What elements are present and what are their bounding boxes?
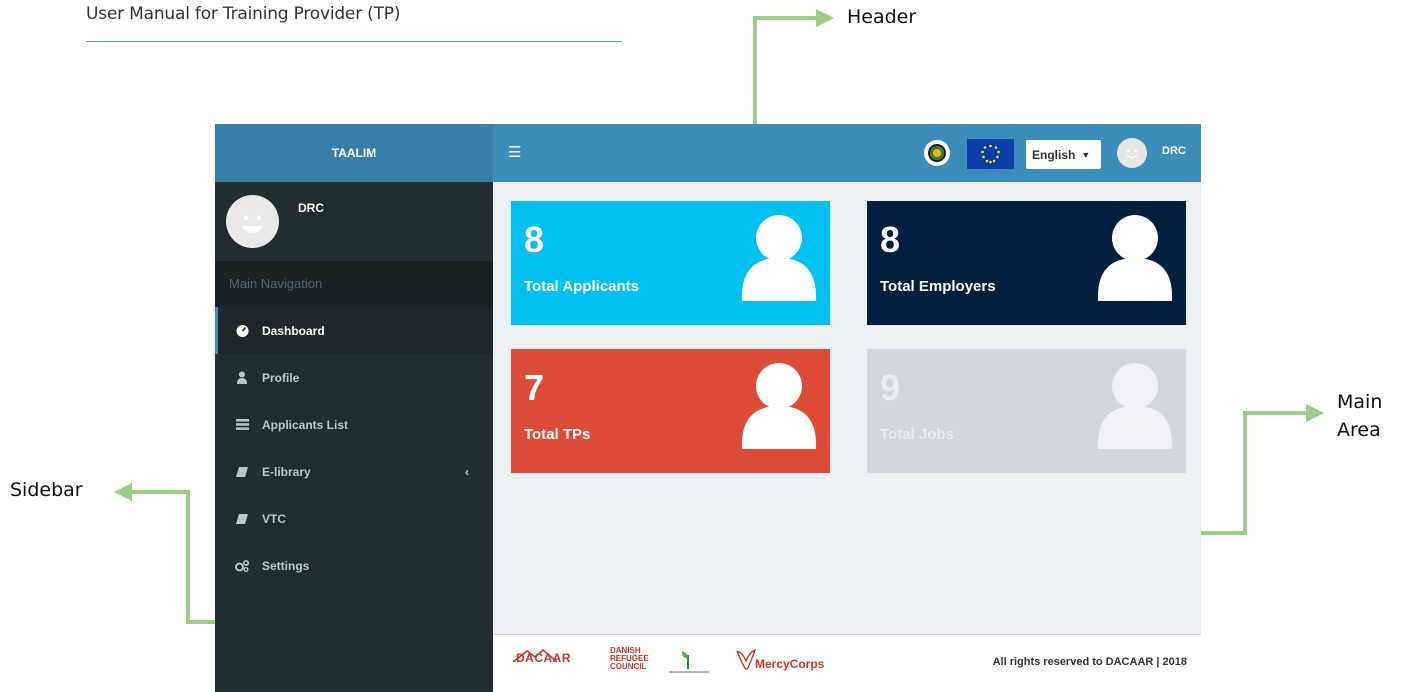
- app-window: TAALIM ☰ English ▼ DRC DRC Main Navigati…: [215, 124, 1201, 692]
- header-arrow: [670, 16, 818, 134]
- total-applicants-card[interactable]: 8 Total Applicants: [511, 201, 830, 325]
- sidebar-item-label: E-library: [262, 464, 311, 479]
- header-callout: Header: [847, 6, 917, 28]
- sidebar-item-settings[interactable]: Settings: [215, 542, 493, 589]
- dashboard-icon: [235, 324, 249, 338]
- sidebar-user-panel: DRC: [215, 182, 493, 261]
- sidebar-item-e-library[interactable]: E-library ‹: [215, 448, 493, 495]
- gears-icon: [235, 559, 249, 573]
- user-icon: [235, 371, 249, 385]
- header-bar: TAALIM ☰ English ▼ DRC: [215, 124, 1201, 182]
- government-seal-icon: [924, 140, 950, 166]
- card-value: 8: [524, 219, 545, 260]
- card-value: 9: [880, 367, 901, 408]
- user-silhouette-icon: [1097, 363, 1173, 449]
- total-tps-card[interactable]: 7 Total TPs: [511, 349, 830, 473]
- card-label: Total Employers: [880, 278, 996, 295]
- main-area-callout: Main Area: [1337, 391, 1383, 441]
- card-label: Total Applicants: [524, 278, 640, 295]
- language-selected: English: [1032, 147, 1076, 162]
- sidebar-item-dashboard[interactable]: Dashboard: [215, 307, 493, 354]
- main-navigation-header: Main Navigation: [215, 261, 493, 307]
- sidebar-callout: Sidebar: [10, 479, 83, 501]
- sidebar-item-applicants-list[interactable]: Applicants List: [215, 401, 493, 448]
- sidebar-item-label: Profile: [262, 370, 300, 385]
- user-silhouette-icon: [741, 363, 817, 449]
- sidebar-item-vtc[interactable]: VTC: [215, 495, 493, 542]
- plant-logo-caption: [669, 671, 709, 673]
- list-icon: [235, 418, 249, 432]
- card-value: 8: [880, 219, 901, 260]
- brand-logo[interactable]: TAALIM: [215, 124, 493, 182]
- total-employers-card[interactable]: 8 Total Employers: [867, 201, 1186, 325]
- menu-toggle-icon[interactable]: ☰: [508, 143, 521, 161]
- card-value: 7: [524, 367, 545, 408]
- mercy-corps-logo-icon: [736, 648, 757, 670]
- sidebar-item-label: Dashboard: [262, 323, 325, 338]
- user-silhouette-icon: [741, 215, 817, 301]
- user-avatar[interactable]: [1117, 138, 1147, 168]
- user-silhouette-icon: [1097, 215, 1173, 301]
- language-select[interactable]: English ▼: [1026, 140, 1101, 169]
- chevron-left-icon: ‹: [465, 464, 469, 479]
- user-name[interactable]: DRC: [1162, 145, 1186, 157]
- dacaar-logo: DACAAR: [516, 651, 571, 665]
- sidebar-item-label: Settings: [262, 558, 310, 573]
- footer: DACAAR DANISH REFUGEE COUNCIL MercyCorps…: [493, 634, 1201, 692]
- total-jobs-card[interactable]: 9 Total Jobs: [867, 349, 1186, 473]
- sidebar-item-profile[interactable]: Profile: [215, 354, 493, 401]
- mercy-corps-logo: MercyCorps: [755, 657, 825, 671]
- sidebar-username: DRC: [298, 201, 324, 215]
- drc-logo: DANISH REFUGEE COUNCIL: [610, 646, 649, 671]
- sidebar-item-label: Applicants List: [262, 417, 349, 432]
- book-icon: [235, 465, 249, 479]
- card-label: Total Jobs: [880, 426, 954, 443]
- sidebar-item-label: VTC: [262, 511, 286, 526]
- card-label: Total TPs: [524, 426, 591, 443]
- dropdown-caret-icon: ▼: [1081, 149, 1091, 160]
- plant-logo-icon: [681, 651, 689, 669]
- footer-copyright: All rights reserved to DACAAR | 2018: [992, 656, 1187, 668]
- sidebar-avatar: [226, 195, 279, 248]
- sidebar: DRC Main Navigation Dashboard Profile Ap…: [215, 182, 493, 692]
- eu-flag-icon: [967, 139, 1014, 169]
- book-icon: [235, 512, 249, 526]
